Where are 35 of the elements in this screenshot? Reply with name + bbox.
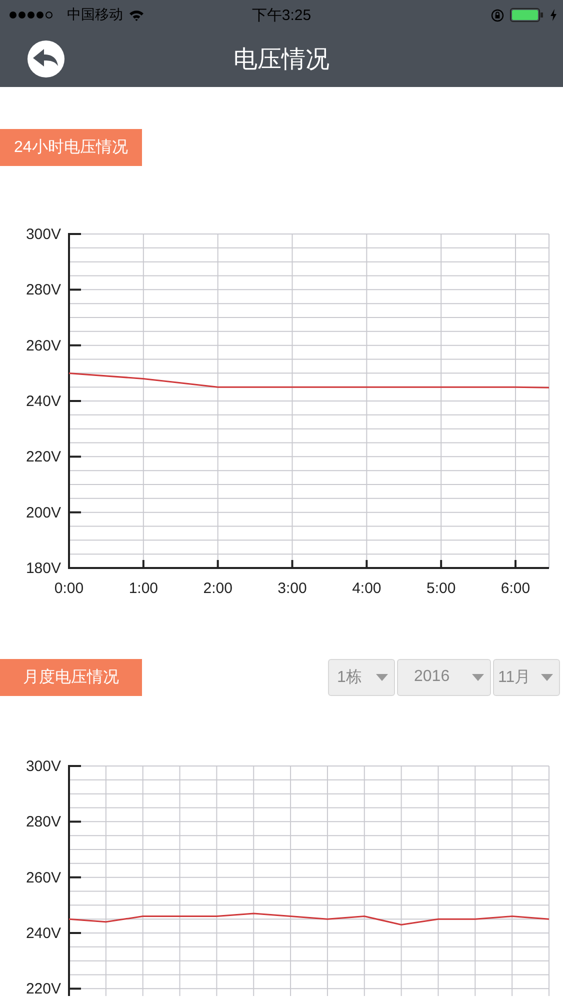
section-title: 24小时电压情况 [0, 128, 142, 166]
axis-label: 180V [26, 560, 61, 577]
section-title: 月度电压情况 [0, 658, 142, 696]
caret-icon [376, 674, 388, 680]
dropdown[interactable]: 2016 [397, 658, 491, 696]
axis-label: 300V [26, 758, 61, 775]
axis-label: 220V [26, 448, 61, 466]
battery-icon [510, 8, 544, 22]
axis-label: 260V [26, 869, 61, 886]
charging-icon [550, 9, 557, 21]
axis-label: 220V [26, 980, 61, 996]
axis-label: 5:00 [426, 580, 456, 597]
rotation-lock-icon [491, 8, 504, 22]
carrier-name: 中国移动 [67, 6, 123, 24]
back-button[interactable] [27, 40, 65, 78]
axis-label: 4:00 [352, 580, 382, 597]
axis-label: 280V [26, 814, 61, 831]
axis-label: 200V [26, 504, 61, 522]
axis-label: 300V [26, 226, 61, 243]
page-title: 电压情况 [232, 44, 330, 74]
status-time: 下午3:25 [250, 6, 312, 24]
axis-label: 280V [26, 282, 61, 299]
caret-icon [541, 674, 553, 680]
caret-icon [472, 674, 484, 680]
axis-label: 260V [26, 337, 61, 354]
axis-label: 0:00 [54, 580, 84, 597]
axis-label: 1:00 [128, 580, 158, 597]
axis-label: 2:00 [203, 580, 232, 597]
axis-label: 3:00 [278, 580, 307, 597]
dropdown[interactable]: 1栋 [328, 658, 395, 696]
axis-label: 240V [26, 925, 61, 942]
wifi-icon [129, 10, 144, 20]
axis-label: 240V [26, 393, 61, 410]
dropdown[interactable]: 11月 [493, 658, 560, 696]
axis-label: 6:00 [500, 580, 530, 597]
